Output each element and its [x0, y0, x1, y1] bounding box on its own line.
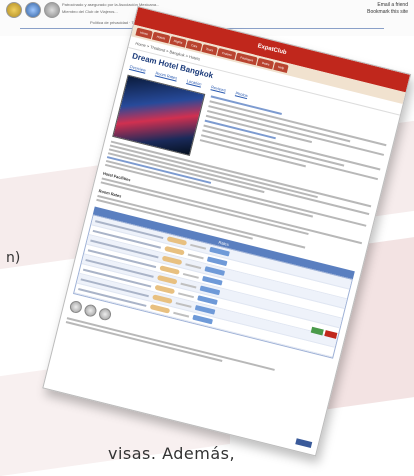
seal-icon [44, 2, 60, 18]
bookmark-link[interactable]: Bookmark this site [367, 9, 408, 16]
seal-icon [68, 299, 84, 315]
seal-icon [97, 306, 113, 322]
seal-icon [83, 303, 98, 318]
footer-logo [295, 438, 313, 448]
slide-text-fragment: n) [6, 250, 21, 266]
badge-row [6, 2, 60, 18]
utility-links: Email a friend Bookmark this site [367, 2, 408, 16]
seal-icon [25, 2, 41, 18]
footer-text: Patrocinado y asegurado por la Asociació… [62, 2, 160, 7]
footer-text: Miembro del Club de Viajeros... [62, 9, 118, 14]
slide-text-fragment: visas. Además, [108, 444, 236, 463]
email-friend-link[interactable]: Email a friend [367, 2, 408, 9]
seal-icon [6, 2, 22, 18]
